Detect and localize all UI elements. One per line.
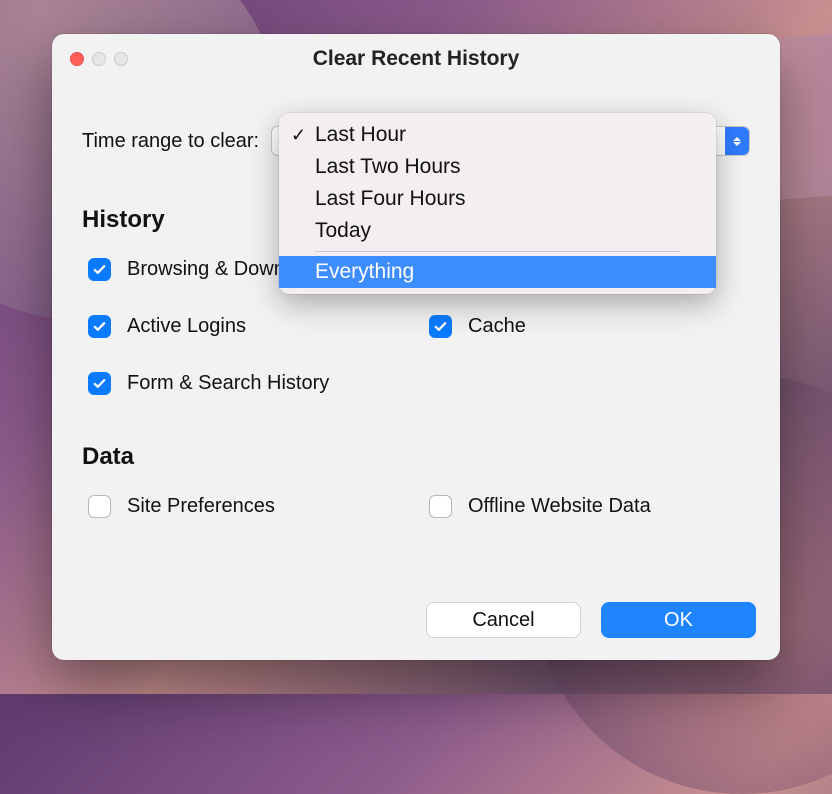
data-checkbox-grid: Site Preferences Offline Website Data xyxy=(88,495,750,518)
titlebar: Clear Recent History xyxy=(52,34,780,84)
option-label: Last Two Hours xyxy=(315,155,461,179)
option-label: Today xyxy=(315,219,371,243)
option-last-four-hours[interactable]: Last Four Hours xyxy=(279,183,716,215)
option-last-hour[interactable]: ✓ Last Hour xyxy=(279,119,716,151)
clear-history-dialog: Clear Recent History Time range to clear… xyxy=(52,34,780,660)
cancel-button[interactable]: Cancel xyxy=(426,602,581,638)
menu-separator xyxy=(315,251,680,252)
option-label: Last Hour xyxy=(315,123,406,147)
minimize-window-button[interactable] xyxy=(92,52,106,66)
dialog-title: Clear Recent History xyxy=(52,47,780,71)
checkbox-cache[interactable]: Cache xyxy=(429,315,750,338)
checkbox-label: Site Preferences xyxy=(127,495,275,518)
data-section-title: Data xyxy=(82,443,750,471)
checkbox-active-logins[interactable]: Active Logins xyxy=(88,315,409,338)
checkbox-icon xyxy=(429,315,452,338)
checkbox-icon xyxy=(429,495,452,518)
checkbox-icon xyxy=(88,495,111,518)
traffic-lights xyxy=(70,52,128,66)
close-window-button[interactable] xyxy=(70,52,84,66)
option-today[interactable]: Today xyxy=(279,215,716,247)
timerange-dropdown: ✓ Last Hour Last Two Hours Last Four Hou… xyxy=(279,113,716,294)
ok-button[interactable]: OK xyxy=(601,602,756,638)
option-label: Last Four Hours xyxy=(315,187,466,211)
checkbox-form-search-history[interactable]: Form & Search History xyxy=(88,372,409,395)
checkbox-icon xyxy=(88,315,111,338)
option-everything[interactable]: Everything xyxy=(279,256,716,288)
checkbox-offline-website-data[interactable]: Offline Website Data xyxy=(429,495,750,518)
checkbox-label: Active Logins xyxy=(127,315,246,338)
checkbox-label: Offline Website Data xyxy=(468,495,651,518)
checkbox-icon xyxy=(88,372,111,395)
maximize-window-button[interactable] xyxy=(114,52,128,66)
checkbox-site-preferences[interactable]: Site Preferences xyxy=(88,495,409,518)
option-label: Everything xyxy=(315,260,414,284)
timerange-label: Time range to clear: xyxy=(82,130,259,153)
dialog-footer: Cancel OK xyxy=(426,602,756,638)
checkbox-label: Cache xyxy=(468,315,526,338)
checkbox-label: Form & Search History xyxy=(127,372,329,395)
updown-stepper-icon xyxy=(725,127,749,155)
check-icon: ✓ xyxy=(291,125,306,146)
checkbox-icon xyxy=(88,258,111,281)
option-last-two-hours[interactable]: Last Two Hours xyxy=(279,151,716,183)
